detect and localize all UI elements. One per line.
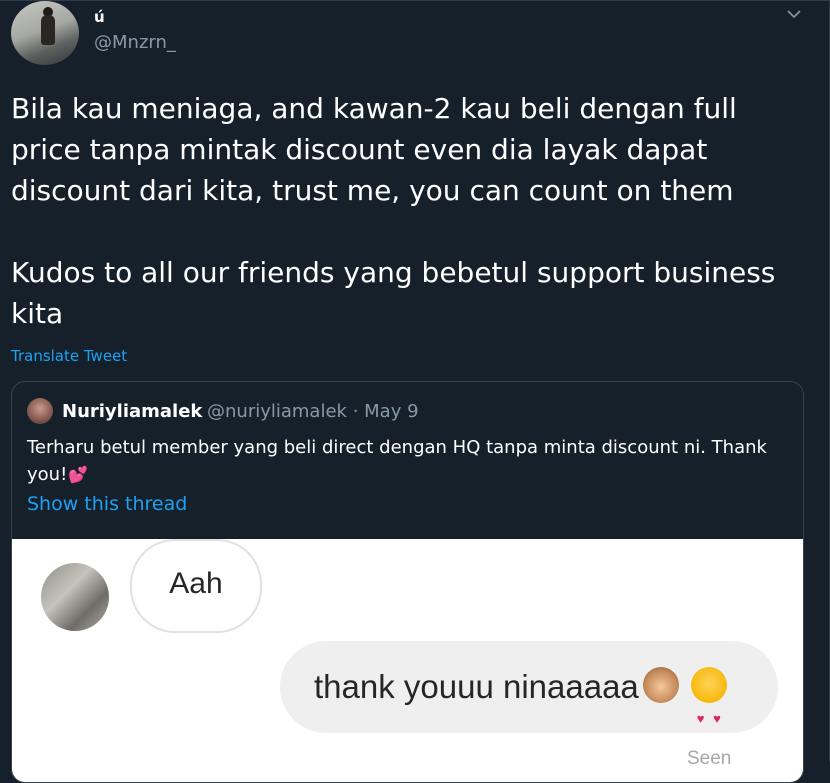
show-thread-link[interactable]: Show this thread xyxy=(27,493,187,515)
quoted-author-avatar xyxy=(27,398,53,424)
sent-message-text: thank youuu ninaaaaa xyxy=(314,668,639,705)
author-handle[interactable]: @Mnzrn_ xyxy=(94,32,176,53)
seen-status: Seen xyxy=(687,748,732,769)
top-divider xyxy=(0,0,830,1)
quoted-author-name: Nuriyliamalek xyxy=(62,401,203,422)
avatar-figure-body xyxy=(41,15,55,45)
see-no-evil-monkey-icon xyxy=(642,667,679,704)
sent-message-bubble: thank youuu ninaaaaa xyxy=(280,641,778,765)
received-message-bubble: Aah xyxy=(130,539,262,633)
quoted-chat-screenshot[interactable]: Aah thank youuu ninaaaaa Seen xyxy=(12,539,803,782)
author-avatar[interactable] xyxy=(11,1,79,65)
chat-avatar xyxy=(41,563,109,631)
quoted-tweet-text-block: Terharu betul member yang beli direct de… xyxy=(27,434,797,488)
tweet-text: Bila kau meniaga, and kawan-2 kau beli d… xyxy=(11,92,776,330)
two-hearts-icon: 💕 xyxy=(68,465,89,484)
author-display-name[interactable]: ú xyxy=(94,8,105,26)
quoted-tweet-text: Terharu betul member yang beli direct de… xyxy=(27,437,767,485)
quoted-tweet-card[interactable]: Nuriyliamalek @nuriyliamalek · May 9 Ter… xyxy=(11,381,804,783)
heart-eyes-icon xyxy=(690,667,727,765)
chevron-down-icon[interactable] xyxy=(785,6,803,20)
quoted-author-handle-date: @nuriyliamalek · May 9 xyxy=(207,401,419,422)
translate-tweet-link[interactable]: Translate Tweet xyxy=(11,347,127,365)
